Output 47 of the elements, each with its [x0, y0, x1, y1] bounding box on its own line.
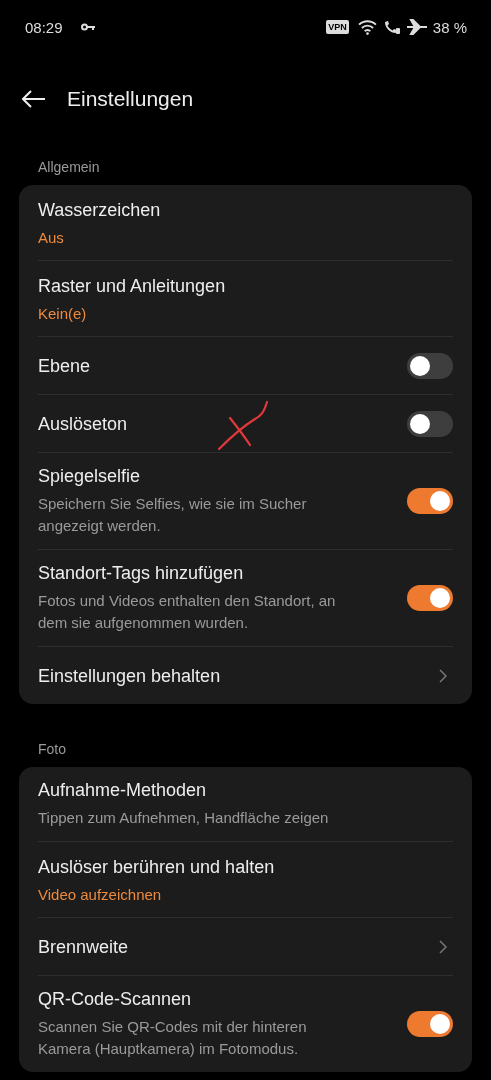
settings-row[interactable]: Auslöseton	[38, 395, 453, 453]
setting-title: Auslöser berühren und halten	[38, 857, 276, 878]
settings-row[interactable]: Ebene	[38, 337, 453, 395]
wifi-icon	[357, 19, 377, 35]
settings-row[interactable]: Spiegelselfie Speichern Sie Selfies, wie sie im Sucher angezeigt werden.	[38, 453, 453, 550]
setting-description: Tippen zum Aufnehmen, Handfläche zeigen	[38, 808, 330, 828]
toggle-switch[interactable]	[407, 488, 453, 514]
settings-row[interactable]: Aufnahme-Methoden Tippen zum Aufnehmen, Handfläche zeigen	[38, 767, 453, 842]
section-title: Foto	[37, 740, 67, 759]
setting-title: Spiegelselfie	[38, 466, 142, 487]
setting-title: Einstellungen behalten	[38, 665, 222, 687]
toggle-switch[interactable]	[407, 585, 453, 611]
setting-title: Wasserzeichen	[38, 200, 162, 221]
settings-row[interactable]: Standort-Tags hinzufügen Fotos und Videos enthalten den Standort, an dem sie aufgenommen wurden.	[38, 550, 453, 647]
settings-row[interactable]: Auslöser berühren und halten Video aufzeichnen	[38, 842, 453, 918]
setting-title: QR-Code-Scannen	[38, 989, 193, 1010]
setting-title: Aufnahme-Methoden	[38, 780, 208, 801]
setting-value: Kein(e)	[38, 305, 88, 322]
settings-row[interactable]: Einstellungen behalten	[38, 647, 453, 704]
toggle-switch[interactable]	[407, 410, 453, 437]
battery-level: 38 %	[432, 18, 467, 36]
settings-row[interactable]: Raster und Anleitungen Kein(e)	[38, 261, 453, 337]
toggle-switch[interactable]	[407, 352, 453, 379]
settings-row[interactable]: Brennweite	[38, 918, 453, 976]
setting-value: Aus	[38, 229, 65, 246]
vpn-badge: VPN	[326, 20, 349, 34]
setting-description: Fotos und Videos enthalten den Standort, an dem sie aufgenommen wurden.	[38, 591, 337, 633]
setting-title: Auslöseton	[38, 413, 129, 435]
key-icon	[80, 23, 95, 31]
setting-description: Scannen Sie QR-Codes mit der hinteren Kamera (Hauptkamera) im Fotomodus.	[38, 1017, 308, 1059]
settings-row[interactable]: QR-Code-Scannen Scannen Sie QR-Codes mit der hinteren Kamera (Hauptkamera) im Fotomodus.	[38, 976, 453, 1072]
settings-row[interactable]: Wasserzeichen Aus	[38, 185, 453, 261]
setting-title: Ebene	[38, 355, 92, 377]
setting-description: Speichern Sie Selfies, wie sie im Sucher angezeigt werden.	[38, 494, 308, 536]
status-time: 08:29	[25, 18, 63, 36]
chevron-right-icon	[439, 939, 447, 954]
screen-title: Einstellungen	[67, 87, 194, 111]
phone-icon	[382, 19, 401, 35]
back-arrow-icon[interactable]	[22, 90, 46, 108]
airplane-icon	[406, 19, 427, 35]
setting-title: Brennweite	[38, 936, 130, 958]
chevron-right-icon	[439, 668, 447, 683]
setting-title: Standort-Tags hinzufügen	[38, 563, 245, 584]
setting-value: Video aufzeichnen	[38, 886, 163, 903]
toggle-switch[interactable]	[407, 1011, 453, 1037]
setting-title: Raster und Anleitungen	[38, 276, 227, 297]
section-title: Allgemein	[37, 158, 101, 177]
